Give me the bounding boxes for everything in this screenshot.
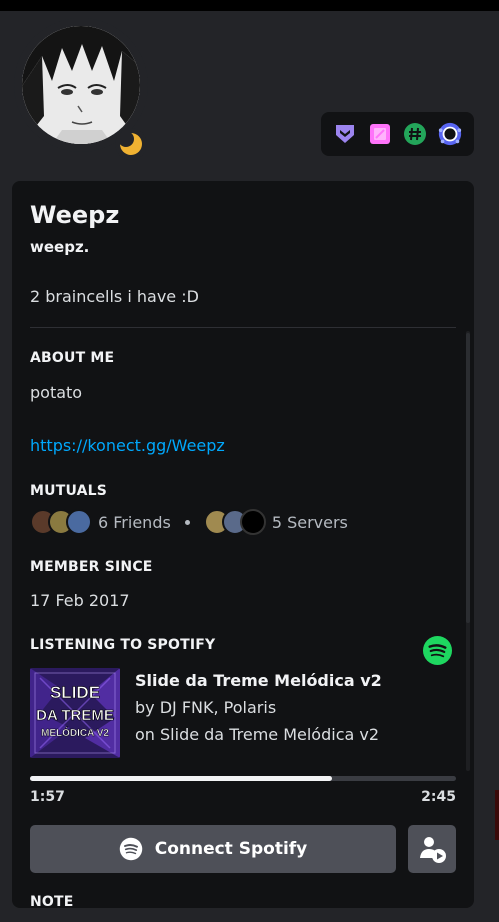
mutual-servers[interactable]: 5 Servers (203, 509, 348, 535)
profile-popout: Weepz weepz. 2 braincells i have :D ABOU… (0, 0, 499, 922)
moon-icon (119, 132, 142, 155)
connect-spotify-label: Connect Spotify (154, 839, 308, 859)
scrollbar-thumb[interactable] (466, 333, 470, 623)
track-artist[interactable]: by DJ FNK, Polaris (135, 698, 276, 717)
avatar-image (22, 26, 140, 144)
about-me-link[interactable]: https://konect.gg/Weepz (30, 436, 225, 455)
mutuals-heading: MUTUALS (30, 483, 108, 499)
track-album[interactable]: on Slide da Treme Melódica v2 (135, 725, 379, 744)
badge-list (321, 112, 474, 156)
window-edge (495, 790, 499, 840)
display-name[interactable]: Weepz (30, 201, 119, 229)
spotify-logo-icon[interactable] (422, 635, 453, 666)
scrollbar[interactable] (466, 331, 470, 771)
listen-along-icon (420, 837, 446, 863)
member-since-date: 17 Feb 2017 (30, 591, 130, 610)
mutual-servers-label: 5 Servers (271, 512, 348, 532)
hashtag-quest-icon[interactable] (402, 121, 428, 147)
nitro-boost-icon[interactable] (367, 121, 393, 147)
about-me-text: potato (30, 383, 83, 402)
mutual-friends-label: 6 Friends (98, 512, 171, 532)
divider (30, 327, 456, 328)
early-supporter-icon[interactable] (437, 121, 463, 147)
track-title[interactable]: Slide da Treme Melódica v2 (135, 671, 382, 690)
about-me-heading: ABOUT ME (30, 350, 115, 366)
connect-spotify-button[interactable]: Connect Spotify (30, 825, 396, 873)
username[interactable]: weepz. (30, 238, 89, 256)
track-progress-bar (30, 776, 456, 781)
mutuals-row: 6 Friends 5 Servers (30, 509, 348, 535)
separator-dot (184, 519, 190, 525)
album-art-line-1: SLIDE (50, 683, 100, 702)
listen-along-button[interactable] (408, 825, 456, 873)
album-art-line-2: DA TREME (36, 707, 114, 724)
avatar-frame[interactable] (14, 18, 148, 160)
idle-status-indicator (115, 128, 147, 160)
track-duration: 2:45 (421, 789, 456, 805)
spotify-heading: LISTENING TO SPOTIFY (30, 637, 216, 653)
profile-card: Weepz weepz. 2 braincells i have :D ABOU… (12, 181, 474, 908)
track-progress-fill (30, 776, 333, 781)
hypesquad-bravery-icon[interactable] (332, 121, 358, 147)
album-art[interactable]: SLIDE DA TREME MELÓDICA V2 (30, 668, 120, 758)
friend-avatar (66, 509, 92, 535)
custom-status: 2 braincells i have :D (30, 287, 199, 306)
album-art-line-3: MELÓDICA V2 (41, 726, 109, 739)
spotify-icon (119, 837, 142, 861)
note-heading: NOTE (30, 894, 74, 908)
window-top-strip (0, 0, 499, 11)
elapsed-time: 1:57 (30, 789, 65, 805)
member-since-heading: MEMBER SINCE (30, 559, 153, 575)
avatar[interactable] (22, 26, 140, 144)
server-icon (239, 509, 266, 535)
mutual-friends[interactable]: 6 Friends (30, 509, 171, 535)
